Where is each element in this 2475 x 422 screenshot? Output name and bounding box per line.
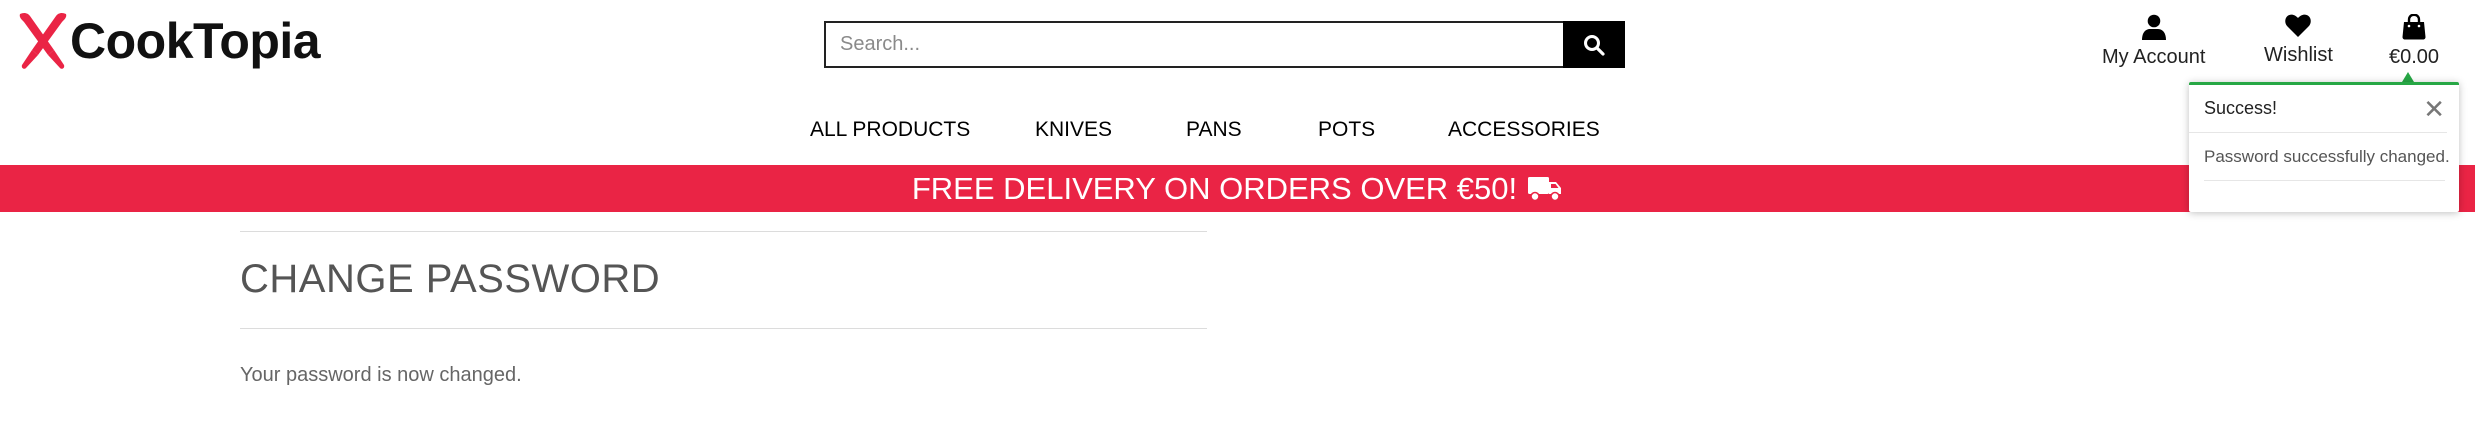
wishlist-link[interactable]: Wishlist	[2264, 14, 2333, 67]
top-divider	[240, 231, 1207, 232]
nav-item-accessories[interactable]: ACCESSORIES	[1448, 118, 1600, 142]
toast-divider	[2204, 180, 2445, 181]
site-header: CookTopia My Account Wishlist €0.0	[0, 0, 2475, 165]
shopping-bag-link[interactable]: €0.00	[2389, 14, 2439, 69]
nav-item-knives[interactable]: KNIVES	[1035, 118, 1112, 142]
toast-message: Password successfully changed.	[2204, 147, 2450, 166]
delivery-banner-text: FREE DELIVERY ON ORDERS OVER €50!	[911, 170, 1518, 206]
search-button[interactable]	[1563, 21, 1625, 68]
brand-logo[interactable]: CookTopia	[14, 10, 321, 72]
page-title: CHANGE PASSWORD	[240, 257, 661, 301]
nav-item-pans[interactable]: PANS	[1186, 118, 1242, 142]
main-nav: ALL PRODUCTS KNIVES PANS POTS ACCESSORIE…	[0, 118, 2475, 146]
title-divider	[240, 328, 1207, 329]
user-icon	[2141, 14, 2166, 40]
toast-title: Success!	[2204, 98, 2278, 118]
search-icon	[1584, 34, 1605, 56]
my-account-label: My Account	[2102, 46, 2206, 68]
success-toast: Success! ✕ Password successfully changed…	[2189, 82, 2459, 212]
crossed-knives-icon	[19, 12, 67, 69]
wishlist-label: Wishlist	[2264, 44, 2333, 66]
nav-item-all-products[interactable]: ALL PRODUCTS	[810, 118, 970, 142]
my-account-link[interactable]: My Account	[2102, 14, 2205, 69]
heart-icon	[2285, 14, 2312, 37]
nav-item-pots[interactable]: POTS	[1318, 118, 1375, 142]
close-icon[interactable]: ✕	[2423, 96, 2445, 122]
search-form	[824, 21, 1625, 68]
toast-pointer	[2402, 72, 2414, 82]
search-input[interactable]	[824, 21, 1563, 68]
truck-icon	[1528, 176, 1562, 201]
shopping-bag-icon	[2402, 14, 2426, 40]
toast-header: Success! ✕	[2189, 85, 2447, 133]
confirmation-message: Your password is now changed.	[240, 364, 522, 386]
bag-total: €0.00	[2389, 46, 2440, 68]
page-content: CHANGE PASSWORD Your password is now cha…	[240, 231, 1207, 387]
delivery-banner: FREE DELIVERY ON ORDERS OVER €50!	[0, 165, 2475, 212]
brand-name: CookTopia	[70, 13, 321, 69]
